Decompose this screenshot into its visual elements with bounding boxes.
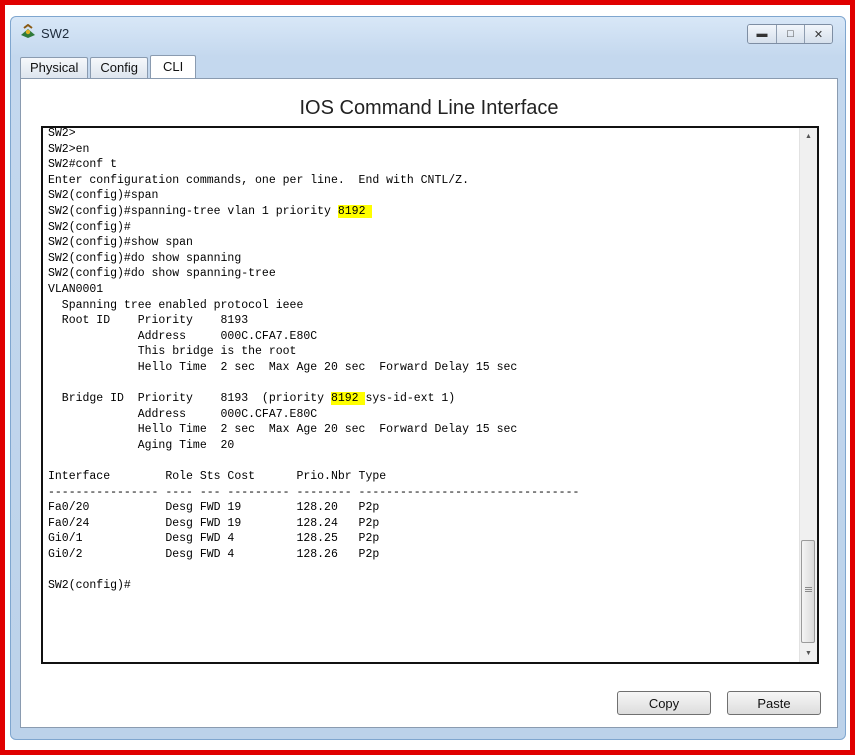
- terminal-text: Bridge ID Priority 8193 (priority: [48, 392, 331, 406]
- copy-button[interactable]: Copy: [617, 691, 711, 715]
- maximize-icon[interactable]: □: [776, 25, 804, 43]
- terminal-line: Enter configuration commands, one per li…: [48, 173, 469, 187]
- title-bar[interactable]: SW2 ▬ □ ✕: [11, 17, 845, 53]
- terminal-line: Gi0/2 Desg FWD 4 128.26 P2p: [48, 548, 380, 562]
- switch-icon: [21, 24, 35, 38]
- terminal-line: Fa0/24 Desg FWD 19 128.24 P2p: [48, 516, 380, 530]
- terminal-line: SW2(config)#span: [48, 189, 159, 203]
- terminal-line: Gi0/1 Desg FWD 4 128.25 P2p: [48, 532, 380, 546]
- scrollbar-thumb[interactable]: [801, 540, 815, 643]
- terminal-line: VLAN0001: [48, 282, 104, 296]
- tab-physical[interactable]: Physical: [20, 57, 89, 78]
- scroll-down-icon[interactable]: ▼: [800, 645, 817, 662]
- minimize-icon[interactable]: ▬: [748, 25, 776, 43]
- terminal-line: Hello Time 2 sec Max Age 20 sec Forward …: [48, 360, 518, 374]
- terminal-text: SW2(config)#spanning-tree vlan 1 priorit…: [48, 204, 338, 218]
- cli-terminal[interactable]: SW2> SW2>en SW2#conf t Enter configuration …: [41, 126, 819, 664]
- terminal-line: SW2#conf t: [48, 158, 118, 172]
- terminal-line: This bridge is the root: [48, 345, 297, 359]
- terminal-text: sys-id-ext 1): [365, 392, 456, 406]
- cli-panel: IOS Command Line Interface SW2> SW2>en SW2…: [20, 78, 838, 728]
- terminal-line: SW2(config)#: [48, 579, 131, 593]
- window-controls: ▬ □ ✕: [747, 24, 833, 44]
- sw2-device-window: SW2 ▬ □ ✕ Physical Config CLI IOS Comman…: [10, 16, 846, 740]
- terminal-line: Fa0/20 Desg FWD 19 128.20 P2p: [48, 501, 380, 515]
- terminal-line: SW2(config)#spanning-tree vlan 1 priorit…: [48, 204, 800, 220]
- terminal-line: SW2(config)#do show spanning-tree: [48, 267, 276, 281]
- close-icon[interactable]: ✕: [804, 25, 832, 43]
- tab-cli[interactable]: CLI: [150, 55, 197, 79]
- terminal-output: SW2> SW2>en SW2#conf t Enter configuration …: [48, 127, 800, 594]
- vertical-scrollbar[interactable]: ▲ ▼: [799, 128, 817, 662]
- terminal-line: Root ID Priority 8193: [48, 314, 249, 328]
- page-title: IOS Command Line Interface: [299, 97, 559, 119]
- paste-button[interactable]: Paste: [727, 691, 821, 715]
- highlighted-value: 8192: [330, 392, 366, 406]
- terminal-line: Bridge ID Priority 8193 (priority 8192 s…: [48, 391, 800, 407]
- tab-config[interactable]: Config: [90, 57, 148, 78]
- terminal-line: Aging Time 20: [48, 438, 235, 452]
- terminal-line: SW2(config)#do show spanning: [48, 251, 242, 265]
- window-title: SW2: [41, 26, 70, 41]
- terminal-line: Address 000C.CFA7.E80C: [48, 329, 318, 343]
- terminal-line: SW2(config)#: [48, 220, 131, 234]
- highlighted-value: 8192: [337, 204, 373, 218]
- terminal-line: Address 000C.CFA7.E80C: [48, 407, 318, 421]
- terminal-line: Interface Role Sts Cost Prio.Nbr Type: [48, 470, 387, 484]
- terminal-line: Hello Time 2 sec Max Age 20 sec Forward …: [48, 423, 518, 437]
- terminal-line: SW2>: [48, 127, 76, 140]
- terminal-line: Spanning tree enabled protocol ieee: [48, 298, 304, 312]
- terminal-line: SW2(config)#show span: [48, 236, 193, 250]
- terminal-line: ---------------- ---- --- --------- ----…: [48, 485, 580, 499]
- scroll-up-icon[interactable]: ▲: [800, 128, 817, 145]
- tab-bar: Physical Config CLI: [20, 54, 198, 79]
- terminal-line: SW2>en: [48, 142, 90, 156]
